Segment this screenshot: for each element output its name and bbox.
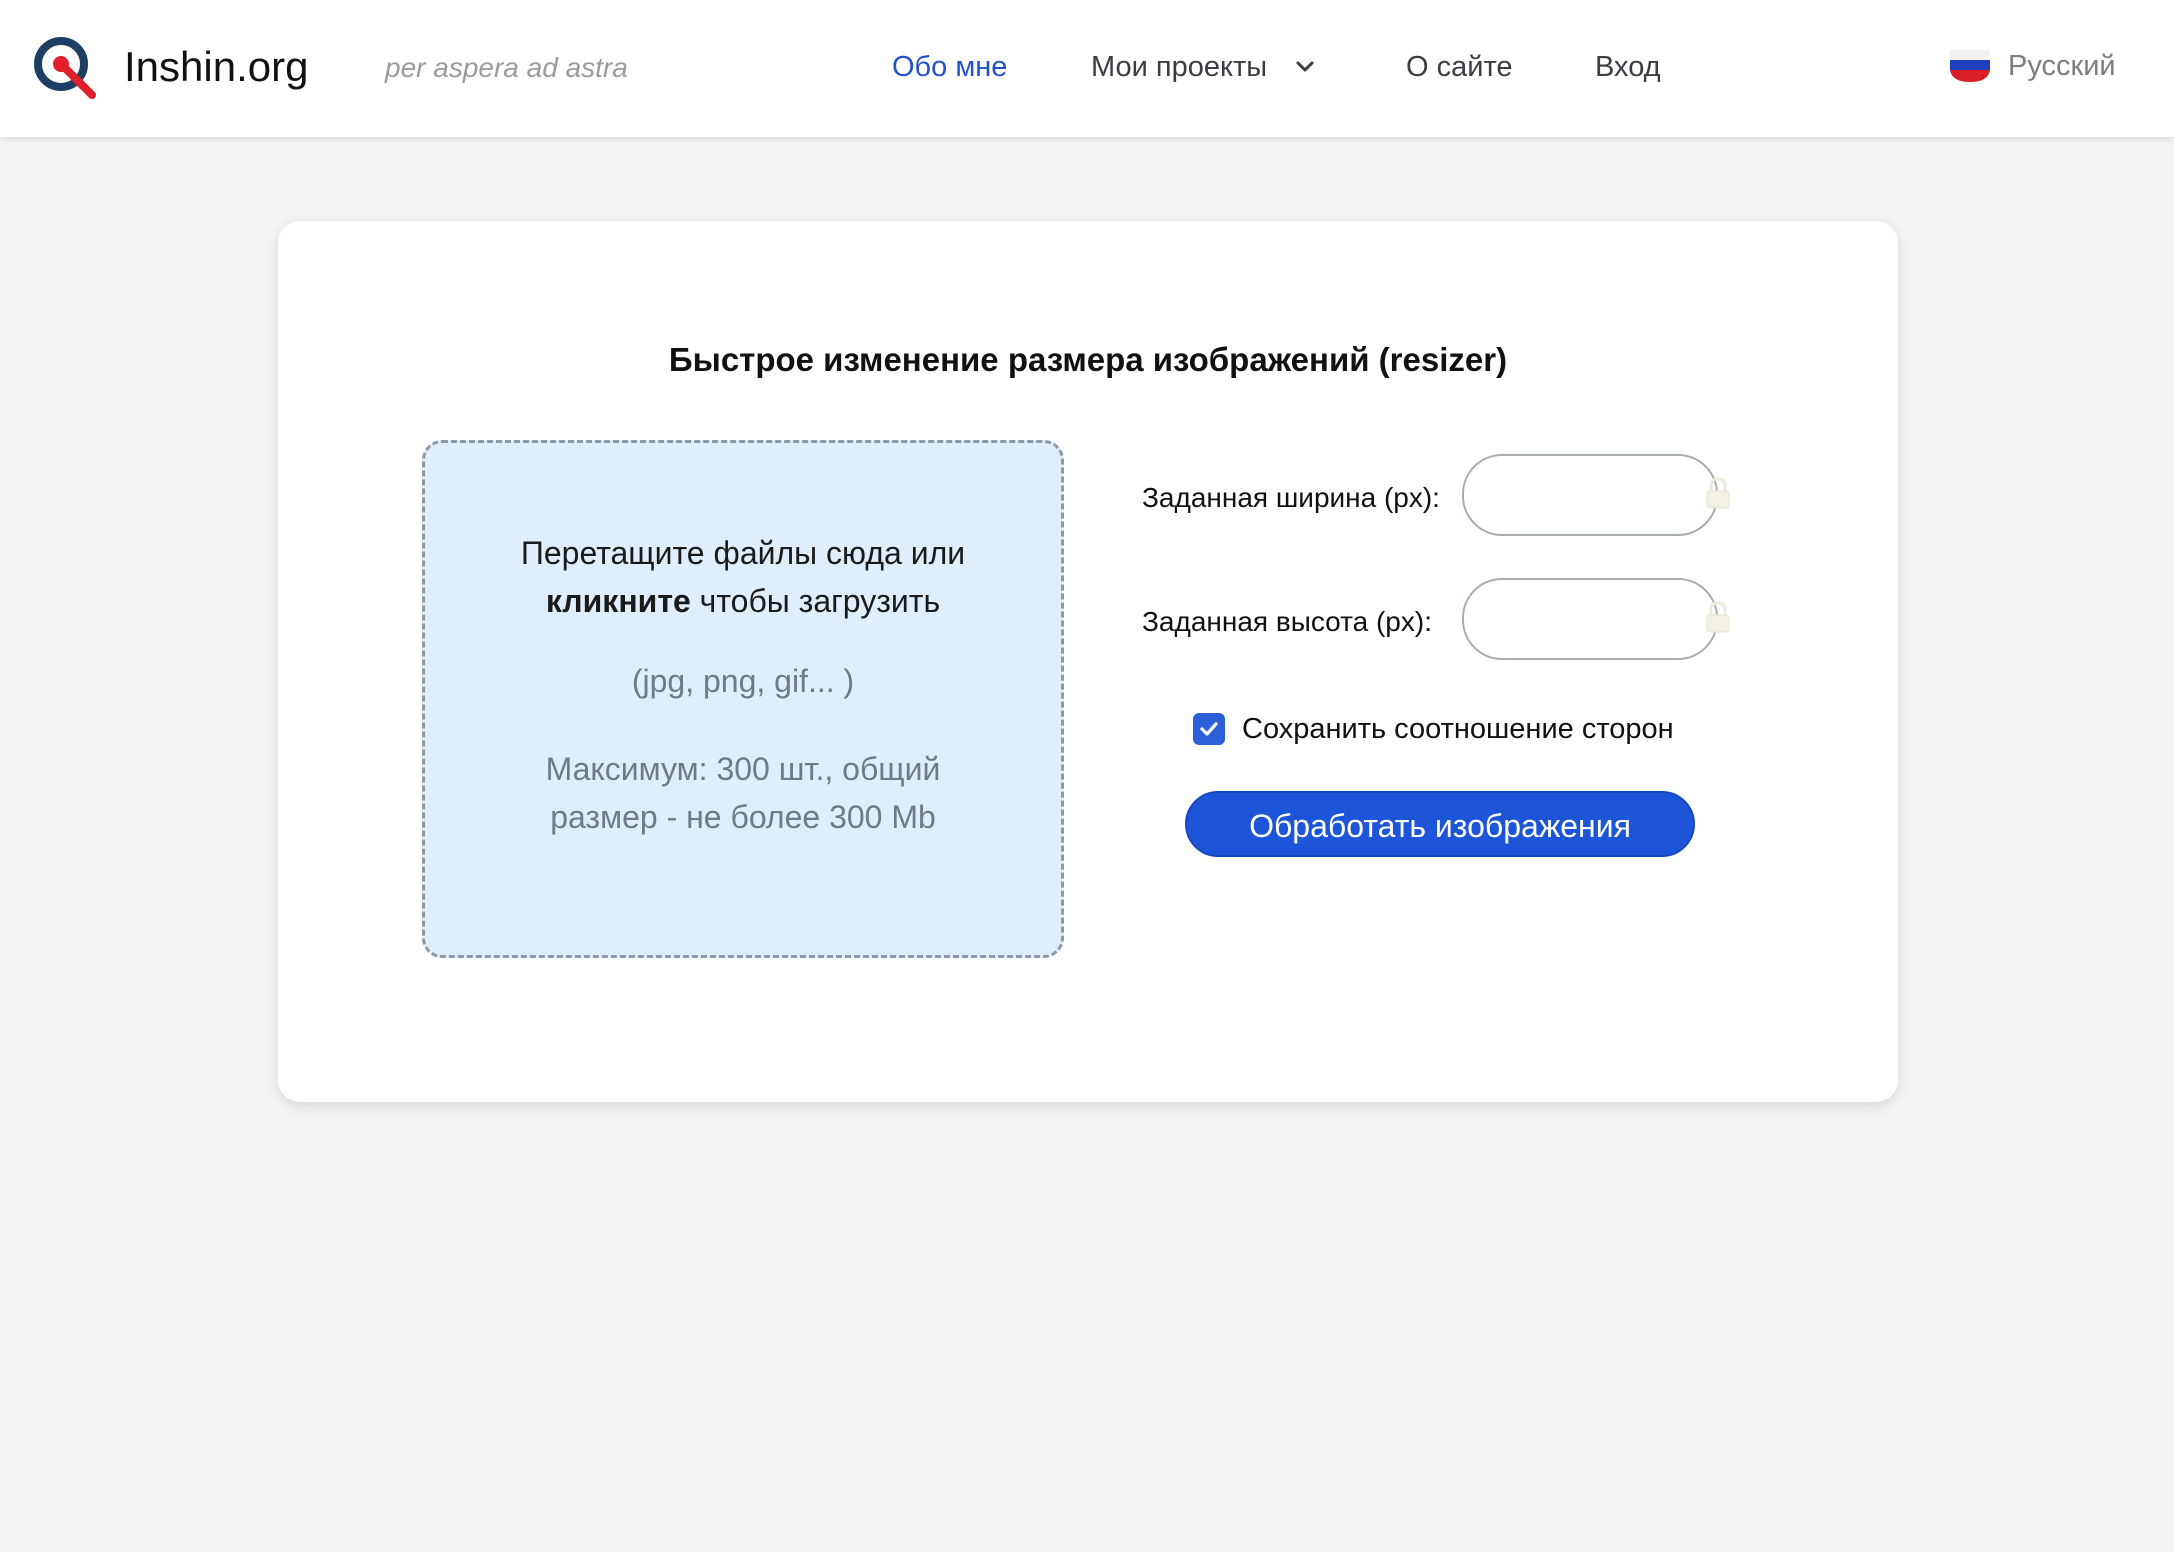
dropzone-click-word: кликните [545,583,691,619]
dropzone-limit-line2: размер - не более 300 Mb [550,799,936,835]
dropzone-formats: (jpg, png, gif... ) [631,663,855,699]
dropzone-limit-line1: Максимум: 300 шт., общий [545,751,941,787]
keep-aspect-ratio-checkbox[interactable] [1193,713,1225,745]
check-icon [1200,722,1218,736]
width-input[interactable] [1462,454,1718,536]
file-dropzone[interactable]: Перетащите файлы сюда или кликните чтобы… [422,440,1064,958]
lock-icon[interactable] [1704,600,1732,634]
russia-flag-icon [1950,50,1990,82]
chevron-down-icon[interactable] [1292,54,1318,80]
nav-about-me[interactable]: Обо мне [892,46,1007,88]
nav-login[interactable]: Вход [1595,46,1661,88]
dropzone-instruction-line2: кликните чтобы загрузить [425,577,1061,625]
dropzone-instruction-rest: чтобы загрузить [690,583,941,619]
dropzone-instruction-line1: Перетащите файлы сюда или [520,535,966,571]
height-input[interactable] [1462,578,1718,660]
site-logo-text[interactable]: Inshin.org [124,40,308,94]
page-title: Быстрое изменение размера изображений (r… [668,341,1508,378]
keep-aspect-ratio-label[interactable]: Сохранить соотношение сторон [1242,707,1674,751]
nav-about-site[interactable]: О сайте [1406,46,1513,88]
magnifier-logo-icon[interactable] [30,33,102,105]
lock-icon[interactable] [1704,476,1732,510]
width-label: Заданная ширина (px): [1142,482,1440,513]
process-images-button[interactable]: Обработать изображения [1185,791,1695,857]
site-header: Inshin.org per aspera ad astra Обо мне М… [0,0,2174,137]
height-label: Заданная высота (px): [1142,606,1432,637]
resizer-card: Быстрое изменение размера изображений (r… [278,221,1898,1102]
site-tagline: per aspera ad astra [385,52,628,83]
nav-my-projects[interactable]: Мои проекты [1091,46,1267,88]
language-label: Русский [2008,50,2116,82]
